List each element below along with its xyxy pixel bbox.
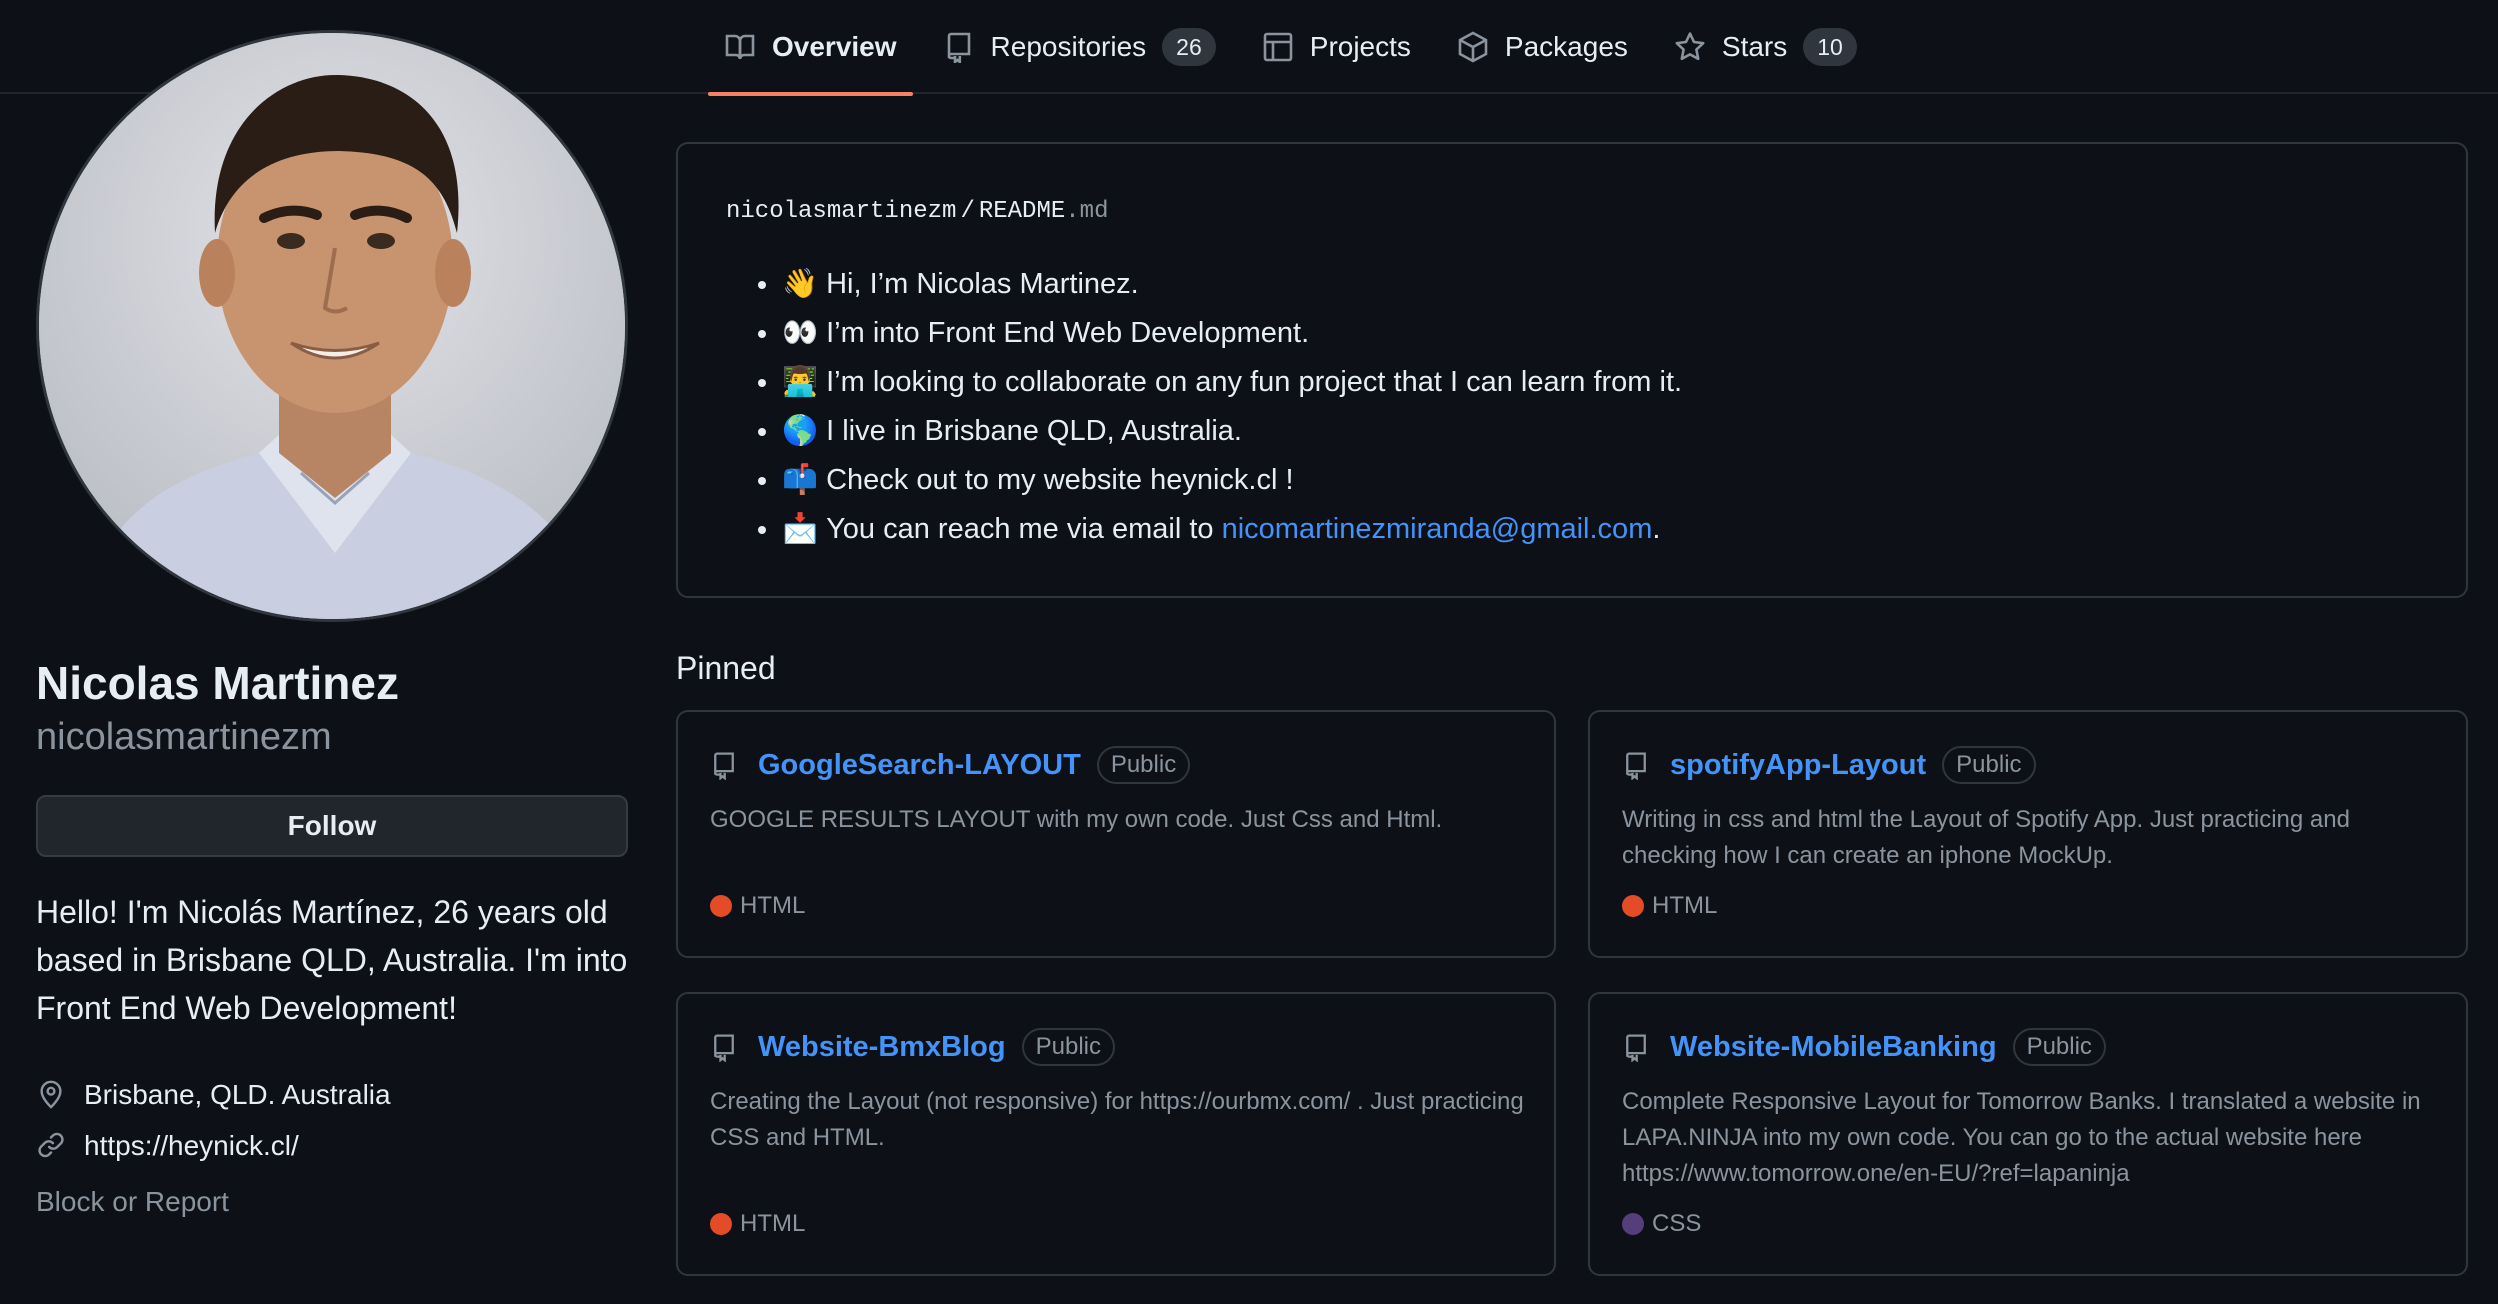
list-item-text: Check out to my website heynick.cl !	[826, 464, 1294, 496]
list-item-text: I live in Brisbane QLD, Australia.	[826, 415, 1242, 447]
repo-name-link[interactable]: spotifyApp-Layout	[1670, 749, 1926, 782]
visibility-badge: Public	[1021, 1028, 1115, 1066]
readme-file-name[interactable]: README	[979, 198, 1065, 225]
profile-username: nicolasmartinezm	[36, 716, 332, 758]
readme-box: nicolasmartinezm / README.md 👋 Hi, I’m Nico…	[676, 142, 2468, 598]
list-item: 🌎 I live in Brisbane QLD, Australia.	[726, 407, 1682, 456]
visibility-badge: Public	[2012, 1028, 2106, 1066]
book-icon	[724, 31, 756, 63]
profile-page: Overview Repositories 26 Projects Packag…	[0, 0, 2498, 1304]
tab-projects[interactable]: Projects	[1246, 0, 1427, 94]
technologist-emoji-icon: 👨‍💻	[782, 366, 819, 398]
language-label: CSS	[1652, 1210, 1702, 1237]
star-icon	[1674, 31, 1706, 63]
visibility-badge: Public	[1942, 746, 2036, 784]
tab-packages[interactable]: Packages	[1441, 0, 1644, 94]
path-separator: /	[960, 198, 975, 225]
tab-label: Overview	[772, 31, 897, 62]
location-row: Brisbane, QLD. Australia	[36, 1079, 391, 1111]
repo-icon	[710, 750, 740, 780]
list-item: 👀 I’m into Front End Web Development.	[726, 309, 1682, 358]
tab-overview[interactable]: Overview	[708, 0, 913, 96]
tab-repositories[interactable]: Repositories 26	[927, 0, 1232, 94]
readme-list: 👋 Hi, I’m Nicolas Martinez. 👀 I’m into Fro…	[726, 260, 1682, 554]
language-color-dot	[1622, 895, 1644, 917]
website-row[interactable]: https://heynick.cl/	[36, 1130, 299, 1162]
language-color-dot	[710, 895, 732, 917]
language-color-dot	[710, 1213, 732, 1235]
list-item-text: You can reach me via email to	[826, 513, 1222, 545]
mailbox-emoji-icon: 📫	[782, 464, 819, 496]
email-link[interactable]: nicomartinezmiranda@gmail.com	[1222, 513, 1653, 545]
tab-stars[interactable]: Stars 10	[1658, 0, 1873, 94]
language-label: HTML	[740, 892, 806, 919]
avatar[interactable]	[36, 30, 628, 622]
repo-name-link[interactable]: GoogleSearch-LAYOUT	[758, 749, 1081, 782]
repo-language: HTML	[1622, 892, 1717, 920]
table-icon	[1262, 31, 1294, 63]
repo-icon	[1622, 1032, 1652, 1062]
repo-icon	[1622, 750, 1652, 780]
list-item-suffix: .	[1652, 513, 1661, 545]
repo-icon	[710, 1032, 740, 1062]
profile-name: Nicolas Martinez	[36, 657, 399, 709]
pinned-repo-card: GoogleSearch-LAYOUT Public GOOGLE RESULT…	[676, 710, 1556, 958]
repo-description: Writing in css and html the Layout of Sp…	[1622, 806, 2350, 869]
repo-description: GOOGLE RESULTS LAYOUT with my own code. …	[710, 806, 1443, 833]
tab-label: Stars	[1721, 31, 1788, 62]
readme-owner[interactable]: nicolasmartinezm	[726, 198, 956, 225]
repo-description: Complete Responsive Layout for Tomorrow …	[1622, 1088, 2421, 1187]
count-badge: 10	[1803, 28, 1857, 66]
readme-file-ext: .md	[1065, 198, 1109, 225]
tab-label: Packages	[1504, 31, 1628, 62]
list-item: 📩 You can reach me via email to nicomarti…	[726, 505, 1682, 554]
repo-name-link[interactable]: Website-MobileBanking	[1670, 1031, 1997, 1064]
language-label: HTML	[1652, 892, 1718, 919]
list-item: 👋 Hi, I’m Nicolas Martinez.	[726, 260, 1682, 309]
pinned-repo-card: Website-MobileBanking Public Complete Re…	[1588, 992, 2468, 1276]
pinned-repo-card: Website-BmxBlog Public Creating the Layo…	[676, 992, 1556, 1276]
pinned-repo-card: spotifyApp-Layout Public Writing in css …	[1588, 710, 2468, 958]
list-item: 👨‍💻 I’m looking to collaborate on any fun…	[726, 358, 1682, 407]
repo-language: HTML	[710, 1210, 805, 1238]
profile-bio: Hello! I'm Nicolás Martínez, 26 years ol…	[36, 894, 628, 1026]
repo-description: Creating the Layout (not responsive) for…	[710, 1088, 1524, 1151]
visibility-badge: Public	[1096, 746, 1191, 784]
globe-emoji-icon: 🌎	[782, 415, 819, 447]
repo-language: HTML	[710, 892, 805, 920]
follow-button[interactable]: Follow	[36, 795, 628, 857]
count-badge: 26	[1162, 28, 1216, 66]
language-label: HTML	[740, 1210, 806, 1237]
location-text: Brisbane, QLD. Australia	[84, 1079, 391, 1110]
tab-label: Repositories	[990, 31, 1147, 62]
language-color-dot	[1622, 1213, 1644, 1235]
list-item-text: Hi, I’m Nicolas Martinez.	[826, 268, 1139, 300]
website-link[interactable]: https://heynick.cl/	[84, 1130, 299, 1162]
package-icon	[1457, 31, 1489, 63]
tab-label: Projects	[1309, 31, 1411, 62]
repo-name-link[interactable]: Website-BmxBlog	[758, 1031, 1006, 1064]
wave-emoji-icon: 👋	[782, 268, 819, 300]
block-or-report-link[interactable]: Block or Report	[36, 1186, 229, 1218]
pinned-title: Pinned	[676, 650, 776, 686]
repo-icon	[943, 31, 975, 63]
list-item-text: I’m into Front End Web Development.	[826, 317, 1310, 349]
link-icon	[36, 1130, 68, 1162]
eyes-emoji-icon: 👀	[782, 317, 819, 349]
repo-language: CSS	[1622, 1210, 1701, 1238]
list-item-text: I’m looking to collaborate on any fun pr…	[826, 366, 1683, 398]
envelope-emoji-icon: 📩	[782, 513, 819, 545]
list-item: 📫 Check out to my website heynick.cl !	[726, 456, 1682, 505]
location-pin-icon	[36, 1079, 68, 1111]
readme-path: nicolasmartinezm / README.md	[726, 198, 1108, 225]
